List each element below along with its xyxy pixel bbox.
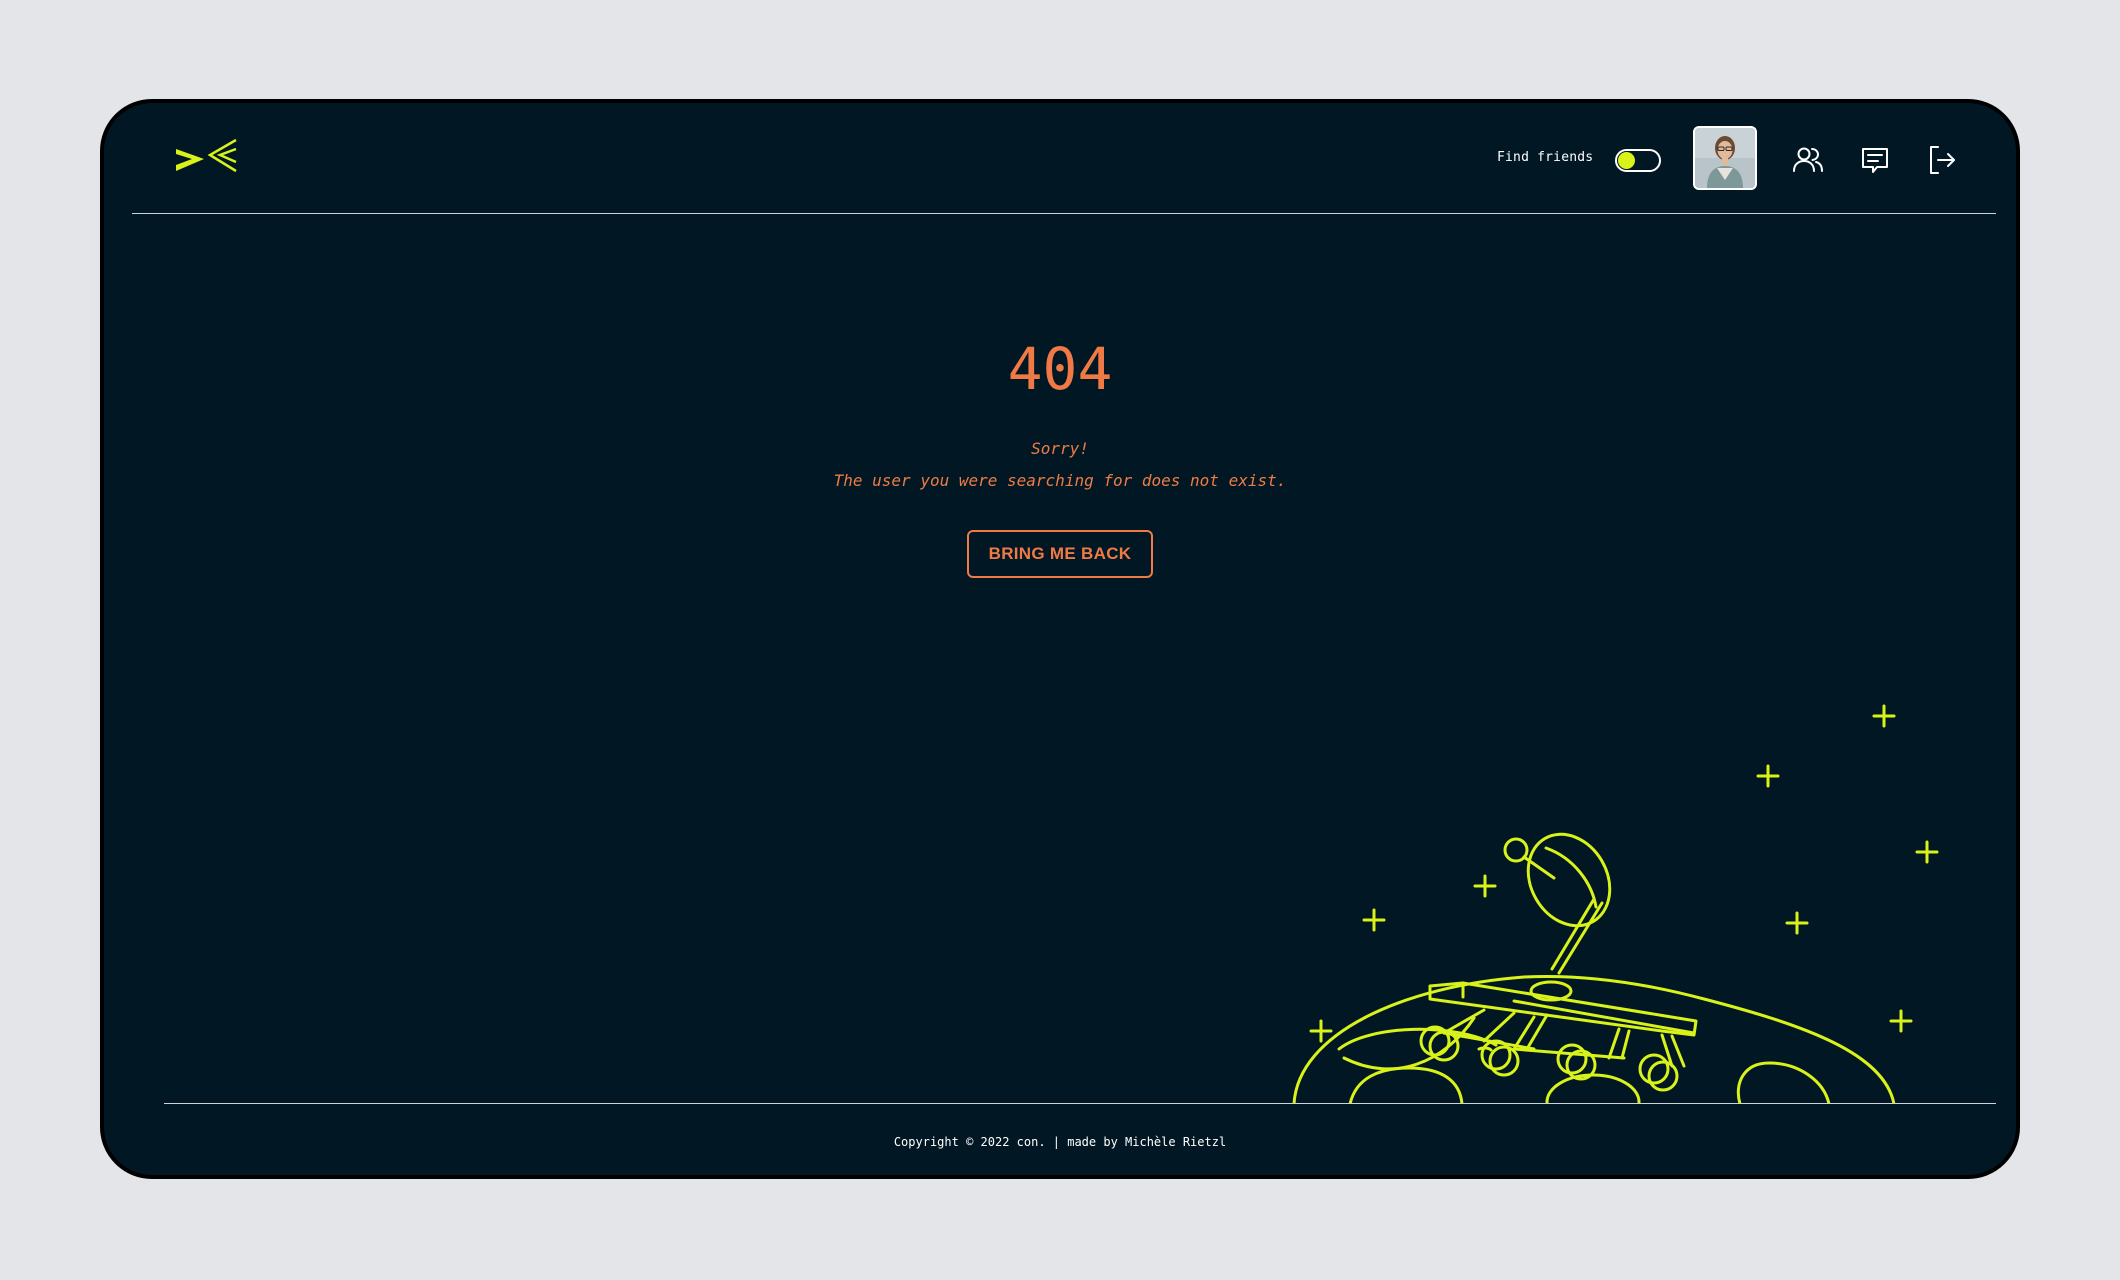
star-icon	[1889, 1009, 1913, 1033]
star-icon	[1309, 1019, 1333, 1043]
star-icon	[1362, 908, 1386, 932]
star-icon	[1756, 764, 1780, 788]
avatar[interactable]	[1693, 126, 1757, 190]
app-window: Find friends 404 Sorry! The user you wer…	[100, 99, 2020, 1179]
top-navbar: Find friends	[104, 103, 2016, 215]
error-message: The user you were searching for does not…	[833, 471, 1287, 490]
find-friends-label: Find friends	[1497, 150, 1594, 165]
avatar-image	[1695, 128, 1755, 188]
logout-icon[interactable]	[1925, 143, 1959, 177]
footer-divider	[164, 1103, 1996, 1104]
users-icon[interactable]	[1791, 143, 1825, 177]
space-rover-illustration	[1292, 704, 1939, 1104]
header-divider	[132, 213, 1996, 214]
chat-icon[interactable]	[1858, 143, 1892, 177]
bring-me-back-button[interactable]: BRING ME BACK	[967, 530, 1153, 578]
star-icon	[1872, 704, 1896, 728]
error-code: 404	[1007, 335, 1113, 403]
toggle-knob	[1618, 152, 1635, 169]
footer-copyright: Copyright © 2022 con. | made by Michèle …	[893, 1135, 1227, 1149]
logo-icon[interactable]	[174, 137, 238, 175]
star-icon	[1473, 874, 1497, 898]
find-friends-toggle[interactable]	[1615, 149, 1661, 172]
star-icon	[1785, 911, 1809, 935]
sorry-text: Sorry!	[1031, 439, 1089, 458]
star-icon	[1915, 840, 1939, 864]
